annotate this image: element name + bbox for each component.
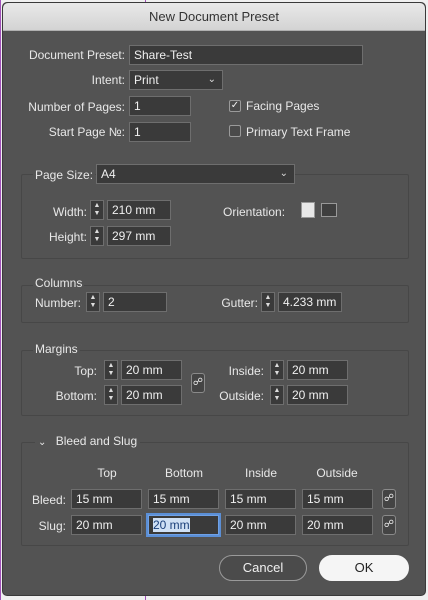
- columns-number-stepper[interactable]: ▲ ▼: [86, 292, 100, 312]
- landscape-icon[interactable]: [321, 203, 337, 217]
- height-stepper[interactable]: ▲ ▼: [90, 226, 104, 246]
- new-document-preset-dialog: New Document Preset Document Preset: Sha…: [2, 2, 426, 596]
- margin-inside-stepper[interactable]: ▲ ▼: [270, 360, 284, 380]
- col-head-inside: Inside: [244, 466, 278, 480]
- width-stepper[interactable]: ▲ ▼: [90, 200, 104, 220]
- chevron-down-icon: ⌄: [38, 437, 47, 448]
- page-size-value: A4: [101, 167, 116, 181]
- gutter-field[interactable]: 4.233 mm: [278, 292, 342, 312]
- slug-link-icon[interactable]: ☍: [382, 515, 396, 535]
- width-label: Width:: [52, 205, 87, 219]
- bleed-slug-toggle[interactable]: ⌄ Bleed and Slug: [35, 434, 141, 448]
- margin-outside-stepper[interactable]: ▲ ▼: [270, 385, 284, 405]
- ok-button[interactable]: OK: [319, 555, 409, 581]
- bleed-label: Bleed:: [31, 493, 66, 507]
- col-head-top: Top: [97, 466, 117, 480]
- intent-select[interactable]: Print ⌄: [129, 70, 223, 90]
- margins-title: Margins: [33, 342, 80, 356]
- slug-outside-field[interactable]: 20 mm: [302, 515, 373, 535]
- slug-inside-field[interactable]: 20 mm: [225, 515, 296, 535]
- start-page-label: Start Page №:: [48, 125, 125, 139]
- guide-line-left: [0, 0, 1, 600]
- col-head-bottom: Bottom: [164, 466, 203, 480]
- primary-text-frame-label: Primary Text Frame: [246, 125, 351, 139]
- height-field[interactable]: 297 mm: [107, 226, 171, 246]
- bleed-top-field[interactable]: 15 mm: [71, 489, 142, 509]
- slug-label: Slug:: [38, 519, 66, 533]
- facing-pages-checkbox[interactable]: ✓: [229, 100, 241, 112]
- intent-label: Intent:: [91, 73, 125, 87]
- slug-bottom-field[interactable]: 20 mm: [148, 515, 219, 535]
- margin-bottom-stepper[interactable]: ▲ ▼: [104, 385, 118, 405]
- cancel-button[interactable]: Cancel: [219, 555, 307, 581]
- preset-label: Document Preset:: [28, 48, 125, 62]
- margin-inside-label: Inside:: [228, 364, 264, 378]
- start-page-field[interactable]: 1: [129, 122, 191, 142]
- columns-number-field[interactable]: 2: [103, 292, 167, 312]
- primary-text-frame-checkbox[interactable]: [229, 125, 241, 137]
- chevron-down-icon: ⌄: [207, 74, 216, 85]
- height-label: Height:: [48, 230, 87, 244]
- portrait-icon[interactable]: [301, 202, 315, 218]
- col-head-outside: Outside: [316, 466, 358, 480]
- margin-top-stepper[interactable]: ▲ ▼: [104, 360, 118, 380]
- slug-top-field[interactable]: 20 mm: [71, 515, 142, 535]
- orientation-label: Orientation:: [223, 205, 286, 219]
- num-pages-field[interactable]: 1: [129, 96, 191, 116]
- page-size-label: Page Size:: [33, 168, 96, 182]
- margin-top-field[interactable]: 20 mm: [121, 360, 182, 380]
- columns-number-label: Number:: [34, 296, 81, 310]
- margin-top-label: Top:: [74, 364, 97, 378]
- margin-inside-field[interactable]: 20 mm: [287, 360, 348, 380]
- width-field[interactable]: 210 mm: [107, 200, 171, 220]
- slug-bottom-value: 20 mm: [153, 518, 190, 532]
- margin-bottom-label: Bottom:: [55, 389, 97, 403]
- num-pages-label: Number of Pages:: [28, 100, 125, 114]
- intent-value: Print: [134, 73, 159, 87]
- columns-title: Columns: [33, 276, 85, 290]
- margin-outside-label: Outside:: [219, 389, 264, 403]
- preset-name-field[interactable]: Share-Test: [129, 45, 363, 65]
- margins-group: [21, 350, 409, 416]
- bleed-inside-field[interactable]: 15 mm: [225, 489, 296, 509]
- margin-outside-field[interactable]: 20 mm: [287, 385, 348, 405]
- window-title: New Document Preset: [3, 3, 425, 31]
- bleed-outside-field[interactable]: 15 mm: [302, 489, 373, 509]
- page-size-select[interactable]: A4 ⌄: [96, 164, 295, 184]
- facing-pages-label: Facing Pages: [246, 99, 320, 113]
- bleed-link-icon[interactable]: ☍: [382, 489, 396, 509]
- gutter-label: Gutter:: [221, 296, 258, 310]
- margin-bottom-field[interactable]: 20 mm: [121, 385, 182, 405]
- gutter-stepper[interactable]: ▲ ▼: [261, 292, 275, 312]
- bleed-slug-title: Bleed and Slug: [55, 434, 138, 448]
- chevron-down-icon: ⌄: [279, 168, 288, 179]
- bleed-bottom-field[interactable]: 15 mm: [148, 489, 219, 509]
